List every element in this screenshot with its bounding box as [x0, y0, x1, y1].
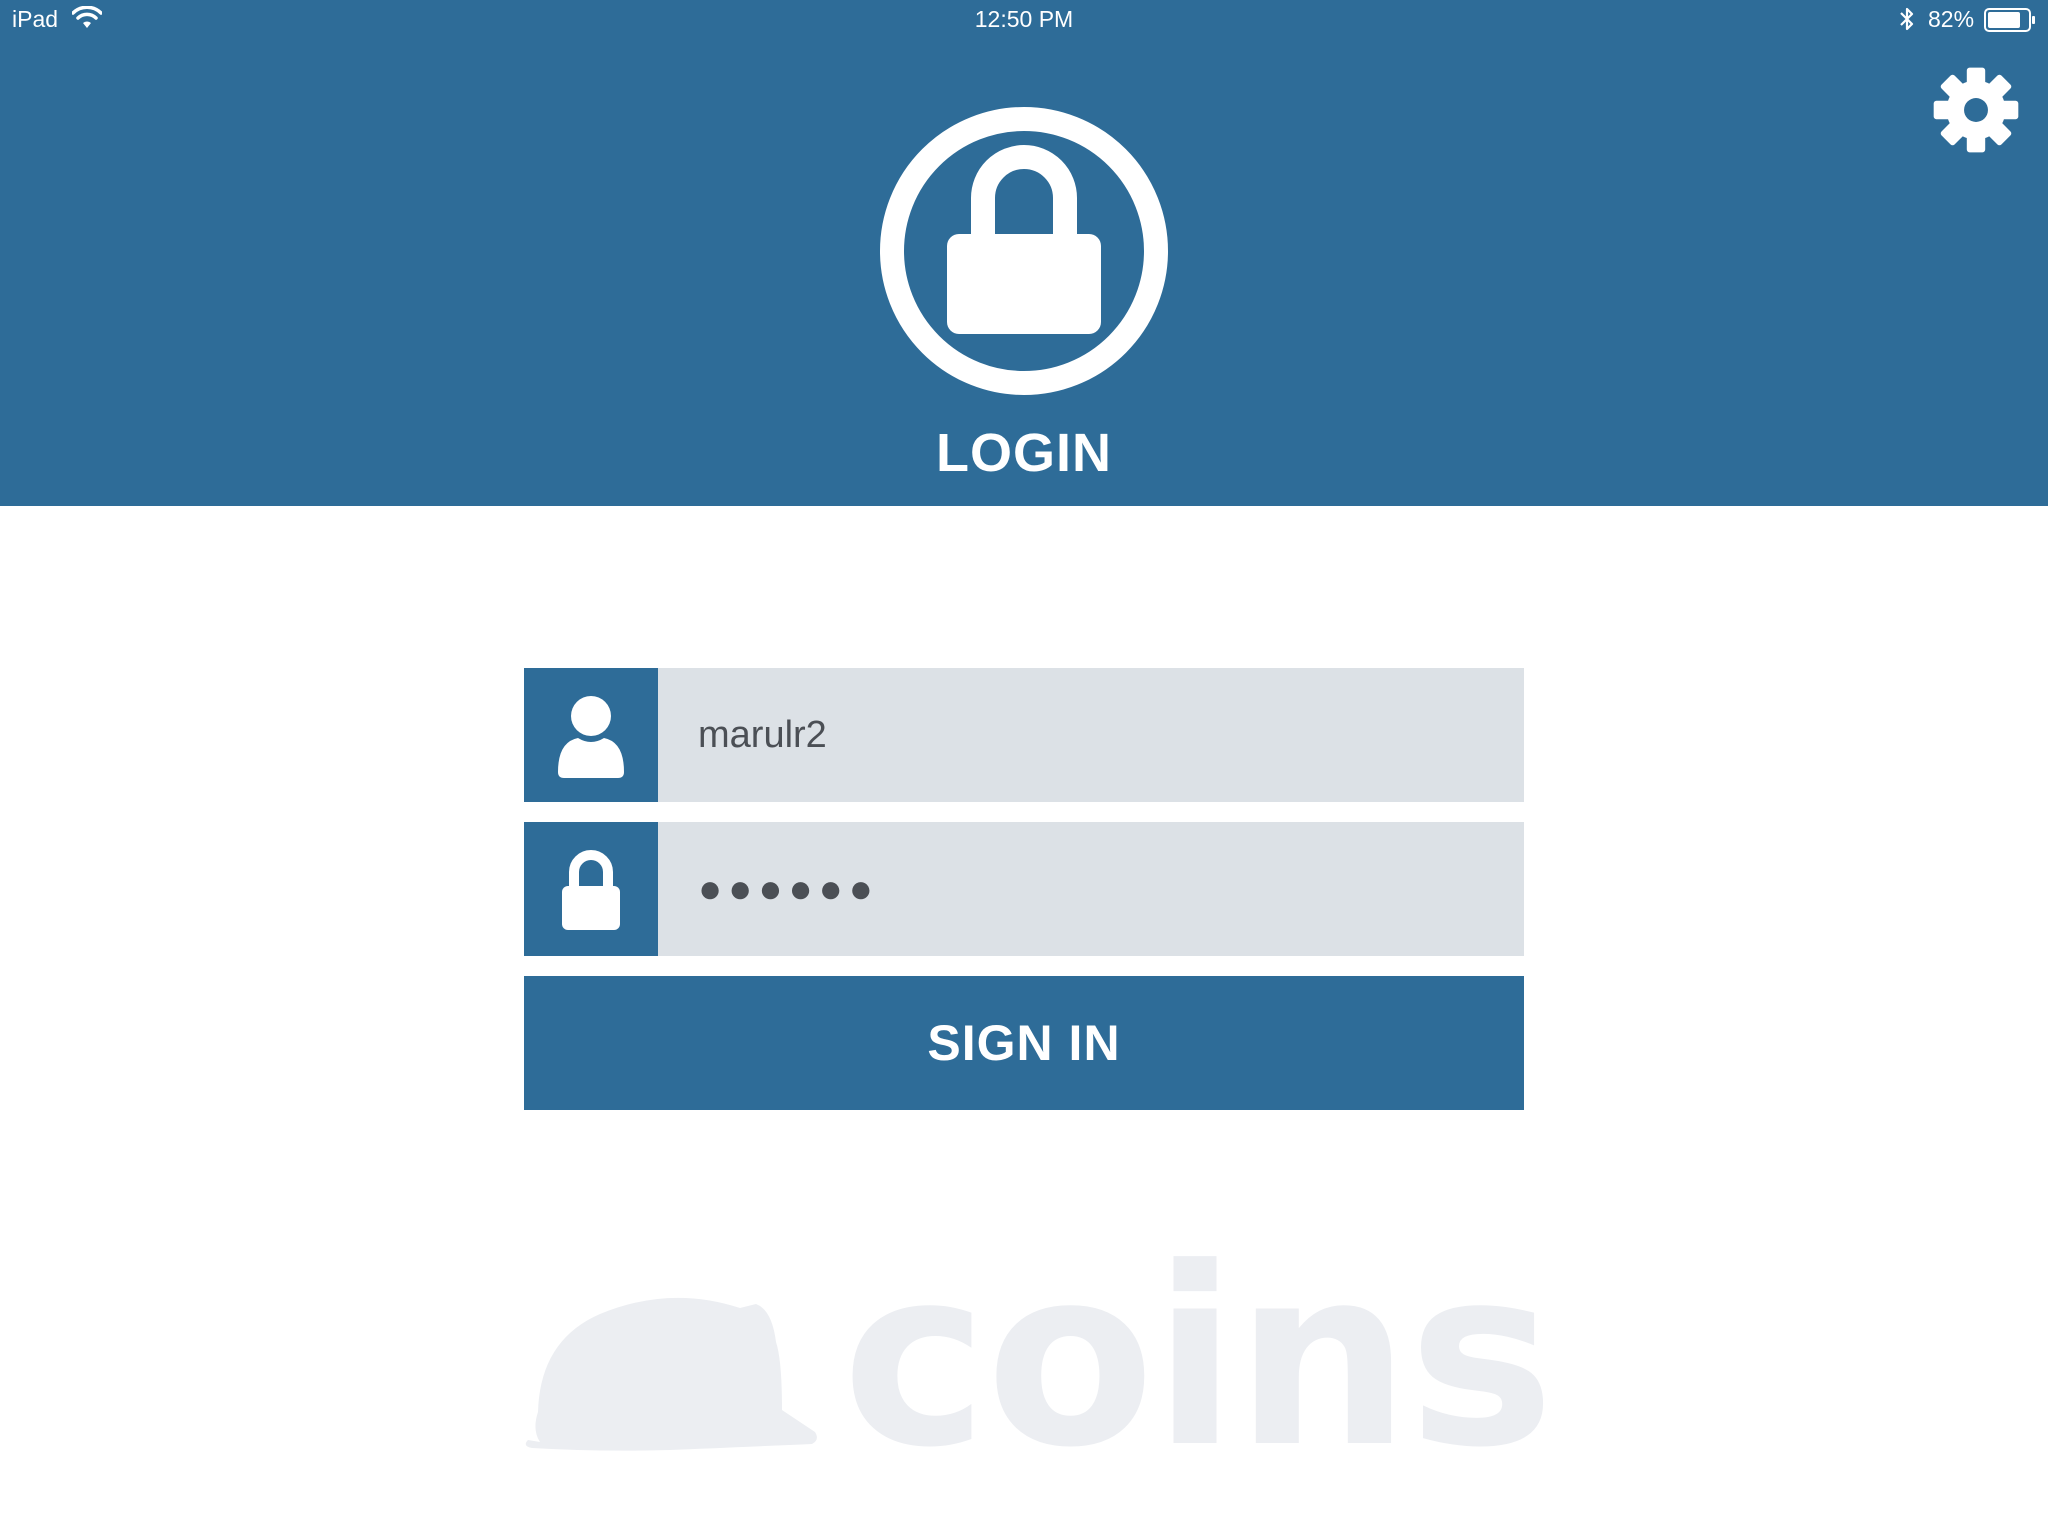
username-input[interactable] [698, 668, 1498, 802]
coins-logo: coins [520, 1216, 1555, 1502]
lock-icon [880, 107, 1168, 395]
password-field[interactable]: ●●●●●● [524, 822, 1524, 956]
login-screen: iPad 12:50 PM 82% LOGIN marulr2 ●●●●●● S… [0, 0, 2048, 1536]
password-input[interactable]: ●●●●●● [698, 822, 879, 956]
hard-hat-icon [525, 1297, 817, 1451]
battery-percent: 82% [1928, 6, 1975, 32]
sign-in-button[interactable]: SIGN IN [524, 976, 1524, 1110]
lock-icon [562, 850, 620, 930]
logo-wordmark: coins [842, 1216, 1555, 1502]
user-icon [558, 696, 624, 778]
battery-icon [1984, 8, 2035, 32]
page-title: LOGIN [936, 423, 1112, 483]
status-time: 12:50 PM [974, 6, 1074, 32]
header: iPad 12:50 PM 82% LOGIN [0, 0, 2048, 506]
bluetooth-icon [1900, 7, 1914, 31]
password-icon-box [524, 822, 658, 956]
username-icon-box [524, 668, 658, 802]
status-bar: iPad 12:50 PM 82% [0, 0, 2048, 40]
username-field[interactable] [524, 668, 1524, 802]
gear-icon[interactable] [1930, 64, 2022, 156]
